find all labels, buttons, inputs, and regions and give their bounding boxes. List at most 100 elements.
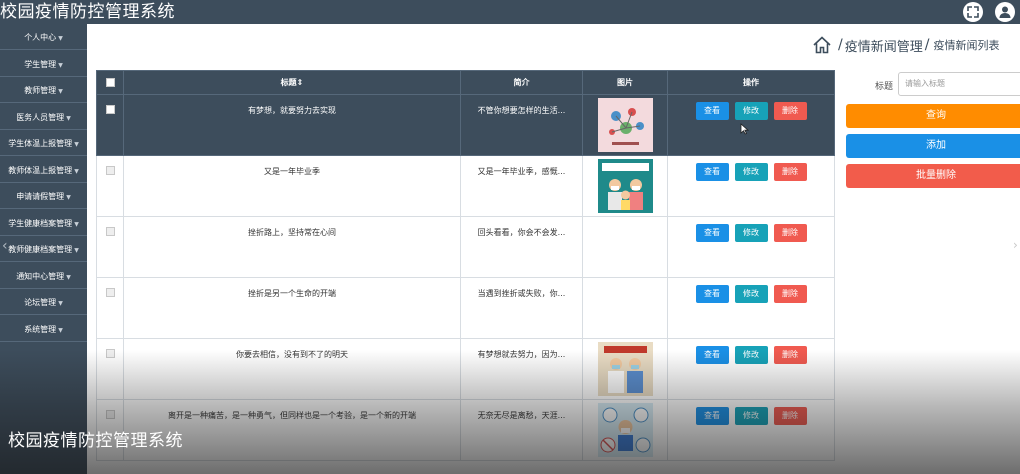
row-title: 挫折是另一个生命的开端 [123, 277, 461, 339]
user-icon [999, 6, 1011, 18]
chevron-down-icon: ▼ [74, 141, 79, 148]
overlay-caption: 校园疫情防控管理系统 [8, 431, 183, 451]
row-title: 挫折路上，坚持常在心间 [123, 216, 461, 278]
chevron-down-icon: ▼ [66, 115, 71, 122]
chevron-down-icon: ▼ [58, 62, 63, 69]
table-header-row: 标题⇕ 简介 图片 操作 [96, 70, 835, 95]
bulk-delete-button[interactable]: 批量删除 [846, 164, 1020, 188]
app-title: 校园疫情防控管理系统 [0, 2, 175, 22]
table-row[interactable]: 挫折路上，坚持常在心间 回头看看，你会不会发... 查看 修改 删除 [96, 216, 835, 278]
view-button[interactable]: 查看 [695, 407, 729, 425]
edit-button[interactable]: 修改 [734, 102, 768, 120]
row-title: 又是一年毕业季 [123, 155, 461, 217]
sidebar-item-teachers[interactable]: 教师管理 ▼ [0, 79, 87, 103]
chevron-down-icon: ▼ [74, 168, 79, 175]
protection-poster-image [597, 403, 653, 457]
column-header-title[interactable]: 标题⇕ [123, 70, 461, 95]
chevron-down-icon: ▼ [74, 221, 79, 228]
fullscreen-button[interactable] [963, 2, 983, 22]
sidebar-item-medical-staff[interactable]: 医务人员管理 ▼ [0, 106, 87, 130]
column-header-summary: 简介 [460, 70, 583, 95]
add-button[interactable]: 添加 [846, 134, 1020, 158]
row-checkbox[interactable] [105, 349, 115, 358]
table-row[interactable]: 有梦想，就要努力去实现 不管你想要怎样的生活... 查看 修改 删除 [96, 94, 835, 156]
row-checkbox[interactable] [105, 227, 115, 236]
sidebar-item-forum[interactable]: 论坛管理 ▼ [0, 291, 87, 315]
sidebar: 个人中心 ▼ 学生管理 ▼ 教师管理 ▼ 医务人员管理 ▼ 学生体温上报管理 ▼ 教师体温… [0, 24, 87, 474]
chevron-down-icon: ▼ [58, 327, 63, 334]
column-header-actions: 操作 [667, 70, 835, 95]
delete-button[interactable]: 删除 [773, 285, 807, 303]
row-title: 你要去相信，没有到不了的明天 [123, 338, 461, 400]
edit-button[interactable]: 修改 [734, 224, 768, 242]
news-table: 标题⇕ 简介 图片 操作 有梦想，就要努力去实现 不管你想要怎样的生活... 查… [96, 70, 835, 461]
delete-button[interactable]: 删除 [773, 407, 807, 425]
chevron-down-icon: ▼ [74, 247, 79, 254]
chevron-right-icon[interactable]: › [1013, 238, 1018, 252]
chevron-down-icon: ▼ [58, 35, 63, 42]
family-mask-poster-image [597, 159, 653, 213]
breadcrumb-separator: / [924, 37, 930, 53]
view-button[interactable]: 查看 [695, 224, 729, 242]
select-all-cell [96, 70, 124, 95]
top-bar: 校园疫情防控管理系统 [0, 0, 1020, 24]
search-title-input[interactable]: 请输入标题 [898, 72, 1020, 96]
query-button[interactable]: 查询 [846, 104, 1020, 128]
edit-button[interactable]: 修改 [734, 407, 768, 425]
row-summary: 无奈无尽是离愁，天涯... [460, 399, 583, 461]
delete-button[interactable]: 删除 [773, 224, 807, 242]
chemistry-poster-image [597, 98, 653, 152]
edit-button[interactable]: 修改 [734, 285, 768, 303]
sidebar-item-student-temperature[interactable]: 学生体温上报管理 ▼ [0, 132, 87, 156]
sidebar-item-teacher-temperature[interactable]: 教师体温上报管理 ▼ [0, 159, 87, 183]
sidebar-item-personal-center[interactable]: 个人中心 ▼ [0, 26, 87, 50]
sidebar-item-system[interactable]: 系统管理 ▼ [0, 318, 87, 342]
view-button[interactable]: 查看 [695, 163, 729, 181]
sidebar-item-notifications[interactable]: 通知中心管理 ▼ [0, 265, 87, 289]
sidebar-item-student-health-records[interactable]: 学生健康档案管理 ▼ [0, 212, 87, 236]
table-row[interactable]: 挫折是另一个生命的开端 当遇到挫折或失败，你... 查看 修改 删除 [96, 277, 835, 339]
breadcrumb: / 疫情新闻管理 / 疫情新闻列表 [812, 34, 999, 56]
delete-button[interactable]: 删除 [773, 346, 807, 364]
mouse-cursor-icon [740, 123, 749, 135]
search-title-label: 标题 [875, 82, 894, 92]
chevron-down-icon: ▼ [58, 300, 63, 307]
view-button[interactable]: 查看 [695, 346, 729, 364]
breadcrumb-separator: / [838, 37, 843, 53]
sidebar-item-teacher-health-records[interactable]: 教师健康档案管理 ▼ [0, 238, 87, 262]
row-checkbox[interactable] [105, 410, 115, 419]
row-summary: 又是一年毕业季，感慨... [460, 155, 583, 217]
table-row[interactable]: 离开是一种痛苦，是一种勇气，但同样也是一个考验，是一个新的开端 无奈无尽是离愁，… [96, 399, 835, 461]
delete-button[interactable]: 删除 [773, 102, 807, 120]
user-button[interactable] [995, 2, 1015, 22]
home-icon[interactable] [812, 35, 832, 55]
expand-icon [967, 6, 979, 18]
chevron-down-icon: ▼ [58, 88, 63, 95]
doctors-poster-image [597, 342, 653, 396]
row-summary: 不管你想要怎样的生活... [460, 94, 583, 156]
breadcrumb-section[interactable]: 疫情新闻管理 [845, 36, 923, 55]
edit-button[interactable]: 修改 [734, 163, 768, 181]
row-checkbox[interactable] [105, 105, 115, 114]
breadcrumb-current: 疫情新闻列表 [933, 39, 1000, 52]
chevron-down-icon: ▼ [66, 274, 71, 281]
view-button[interactable]: 查看 [695, 285, 729, 303]
sidebar-item-students[interactable]: 学生管理 ▼ [0, 53, 87, 77]
table-row[interactable]: 又是一年毕业季 又是一年毕业季，感慨... 查看 修改 删除 [96, 155, 835, 217]
row-checkbox[interactable] [105, 166, 115, 175]
select-all-checkbox[interactable] [105, 78, 115, 87]
row-summary: 有梦想就去努力，因为... [460, 338, 583, 400]
table-row[interactable]: 你要去相信，没有到不了的明天 有梦想就去努力，因为... 查看 修改 删除 [96, 338, 835, 400]
view-button[interactable]: 查看 [695, 102, 729, 120]
edit-button[interactable]: 修改 [734, 346, 768, 364]
sort-icon[interactable]: ⇕ [297, 78, 304, 87]
row-title: 有梦想，就要努力去实现 [123, 94, 461, 156]
delete-button[interactable]: 删除 [773, 163, 807, 181]
chevron-left-icon[interactable]: ‹ [2, 238, 8, 254]
sidebar-item-leave-requests[interactable]: 申请请假管理 ▼ [0, 185, 87, 209]
column-header-image: 图片 [582, 70, 668, 95]
row-summary: 当遇到挫折或失败，你... [460, 277, 583, 339]
chevron-down-icon: ▼ [66, 194, 71, 201]
row-checkbox[interactable] [105, 288, 115, 297]
row-summary: 回头看看，你会不会发... [460, 216, 583, 278]
